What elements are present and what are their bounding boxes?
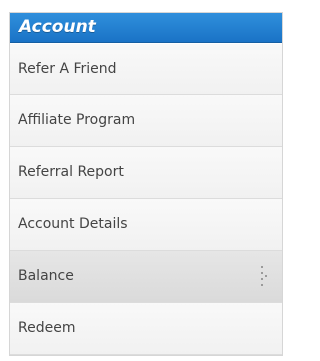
menu-item-label: Redeem <box>18 320 76 336</box>
menu-item-balance[interactable]: Balance <box>10 251 282 303</box>
menu-item-affiliate-program[interactable]: Affiliate Program <box>10 95 282 147</box>
menu-item-label: Account Details <box>18 216 128 232</box>
menu-item-refer-a-friend[interactable]: Refer A Friend <box>10 43 282 95</box>
account-menu-panel: Account Refer A Friend Affiliate Program… <box>9 12 283 356</box>
menu-item-label: Refer A Friend <box>18 61 117 77</box>
menu-item-referral-report[interactable]: Referral Report <box>10 147 282 199</box>
menu-item-label: Referral Report <box>18 164 124 180</box>
menu-item-redeem[interactable]: Redeem <box>10 303 282 355</box>
grip-dots-icon <box>261 266 269 286</box>
menu-item-label: Balance <box>18 268 74 284</box>
menu-item-account-details[interactable]: Account Details <box>10 199 282 251</box>
account-menu: Refer A Friend Affiliate Program Referra… <box>10 43 282 355</box>
menu-item-label: Affiliate Program <box>18 112 136 128</box>
panel-title: Account <box>10 13 282 43</box>
